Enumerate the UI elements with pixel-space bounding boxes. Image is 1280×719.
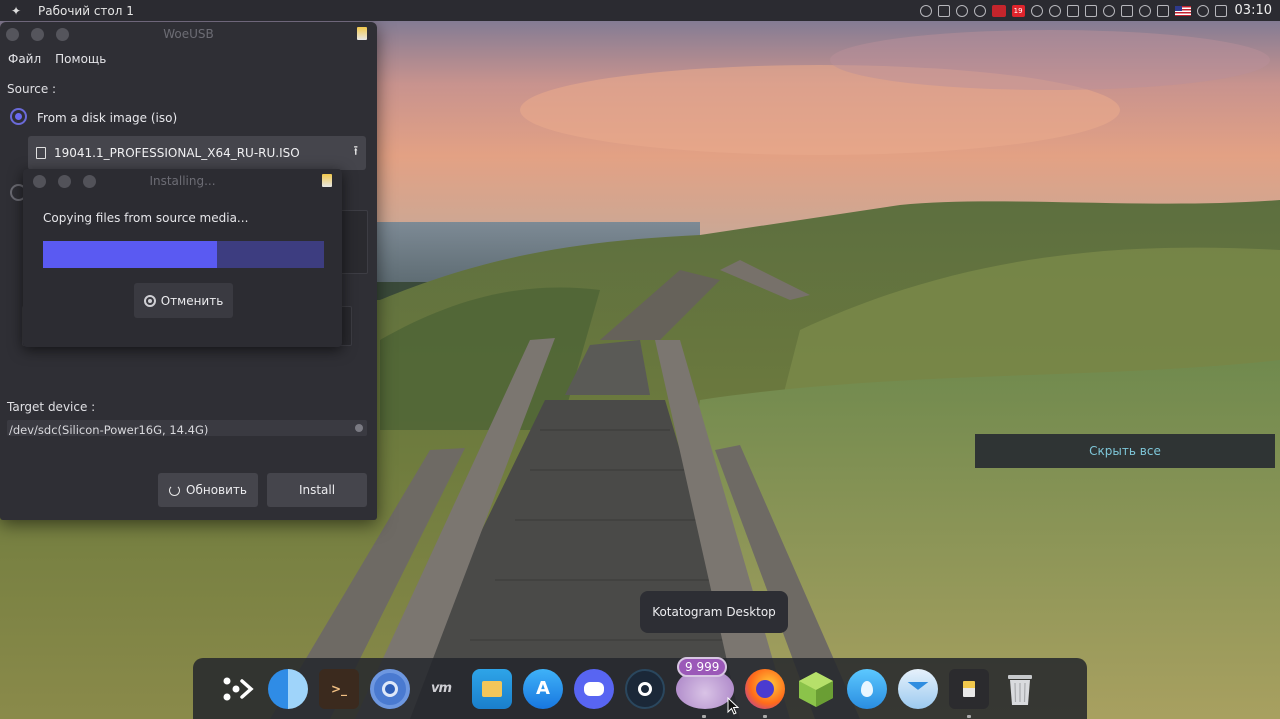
system-tray: 19 [919,4,1227,17]
dock-launcher[interactable] [216,668,258,710]
cancel-icon [143,294,156,307]
keyboard-icon[interactable] [1156,4,1169,17]
dropdown-indicator-icon [355,424,363,432]
target-device-select[interactable]: /dev/sdc(Silicon-Power16G, 14.4G) [7,420,367,436]
dock-firefox[interactable] [744,668,786,718]
steam-icon [625,668,665,709]
menu-icon[interactable] [1214,4,1227,17]
source-label: Source : [7,82,57,96]
finder-icon [268,668,308,709]
menubar: Файл Помощь [0,46,377,72]
workspace-title[interactable]: Рабочий стол 1 [38,4,134,18]
dock-finder[interactable] [267,668,309,710]
menu-file[interactable]: Файл [8,52,41,72]
dialog-close-button[interactable] [33,174,46,188]
tooltip-text: Kotatogram Desktop [652,605,776,619]
workspace-switcher-icon[interactable]: ✦ [8,3,24,19]
refresh-label: Обновить [186,483,247,497]
chromium-icon [370,668,410,709]
tray-badge[interactable]: 19 [1011,4,1025,17]
box-icon [799,671,833,707]
wifi-icon[interactable] [1196,4,1209,17]
dialog-minimize-button[interactable] [58,174,71,188]
dock-discord[interactable] [573,668,615,710]
screenshot-icon[interactable] [1084,4,1097,17]
target-device-value: /dev/sdc(Silicon-Power16G, 14.4G) [9,423,209,436]
user-icon[interactable] [1048,4,1061,17]
document-icon [36,147,46,159]
usb-app-icon [357,27,367,40]
hide-all-button[interactable]: Скрыть все [975,434,1275,468]
refresh-icon [169,484,181,496]
volume-icon[interactable] [1138,4,1151,17]
dock-app-store[interactable]: A [522,668,564,710]
firefox-icon [745,668,785,709]
upload-icon[interactable]: ⭱ [353,142,358,164]
dock-vm[interactable]: vm [420,668,462,710]
cancel-label: Отменить [160,293,224,308]
anydesk-icon[interactable] [991,4,1006,17]
running-indicator [967,714,971,718]
running-indicator [763,714,767,718]
vm-icon: vm [430,681,452,696]
hide-all-label: Скрыть все [1089,444,1161,458]
notes-icon[interactable] [937,4,950,17]
progress-fill [43,241,218,268]
iso-file-name: 19041.1_PROFESSIONAL_X64_RU-RU.ISO [54,146,300,160]
clock-icon[interactable] [955,4,968,17]
dock-kotatogram[interactable]: 9 999 [675,656,735,718]
dock-chromium[interactable] [369,668,411,710]
discord-icon [574,668,614,709]
dialog-maximize-button[interactable] [83,174,96,188]
install-status: Copying files from source media... [43,211,249,225]
running-indicator [702,714,706,718]
terminal-icon: >_ [319,668,359,709]
maximize-button[interactable] [56,27,69,41]
top-panel: ✦ Рабочий стол 1 19 03:10 [0,0,1280,21]
disk-image-radio[interactable] [10,108,27,125]
woeusb-titlebar[interactable]: WoeUSB [0,22,377,46]
mail-icon [898,668,938,709]
dock-trash[interactable] [999,668,1041,710]
disk-image-label[interactable]: From a disk image (iso) [37,111,177,125]
installing-dialog: Installing... Copying files from source … [23,169,342,347]
launcher-icon [223,677,254,700]
mouse-cursor-icon [727,697,739,715]
progress-bar [43,241,324,268]
dock-usb[interactable] [948,668,990,718]
files-icon [472,668,512,709]
dock-steam[interactable] [624,668,666,710]
usb-icon [949,668,989,709]
dock-terminal[interactable]: >_ [318,668,360,710]
close-button[interactable] [6,27,19,41]
clock[interactable]: 03:10 [1235,3,1272,18]
chat-icon[interactable] [1030,4,1043,17]
dock-files[interactable] [471,668,513,710]
trash-icon [1008,674,1032,705]
dialog-usb-icon [322,174,332,187]
update-icon[interactable] [973,4,986,17]
install-label: Install [298,483,336,497]
dock-tooltip: Kotatogram Desktop [640,591,788,633]
menu-help[interactable]: Помощь [55,52,106,72]
dock-drop[interactable] [846,668,888,710]
refresh-button[interactable]: Обновить [158,473,258,507]
install-button[interactable]: Install [267,473,367,507]
us-flag-icon[interactable] [1174,5,1191,16]
kotatogram-badge: 9 999 [677,656,728,677]
dock: >_ vm A 9 999 [193,656,1087,719]
iso-file-chooser[interactable]: 19041.1_PROFESSIONAL_X64_RU-RU.ISO ⭱ [28,136,366,170]
dock-mail[interactable] [897,668,939,710]
target-device-label: Target device : [7,400,96,414]
location-icon[interactable] [1102,4,1115,17]
clipboard-icon[interactable] [1066,4,1079,17]
bug-icon[interactable] [919,4,932,17]
minimize-button[interactable] [31,27,44,41]
cancel-button[interactable]: Отменить [134,283,233,318]
dock-box[interactable] [795,668,837,710]
battery-icon[interactable] [1120,4,1133,17]
app-store-icon: A [523,668,563,709]
installing-titlebar[interactable]: Installing... [23,169,342,193]
drop-icon [847,668,887,709]
